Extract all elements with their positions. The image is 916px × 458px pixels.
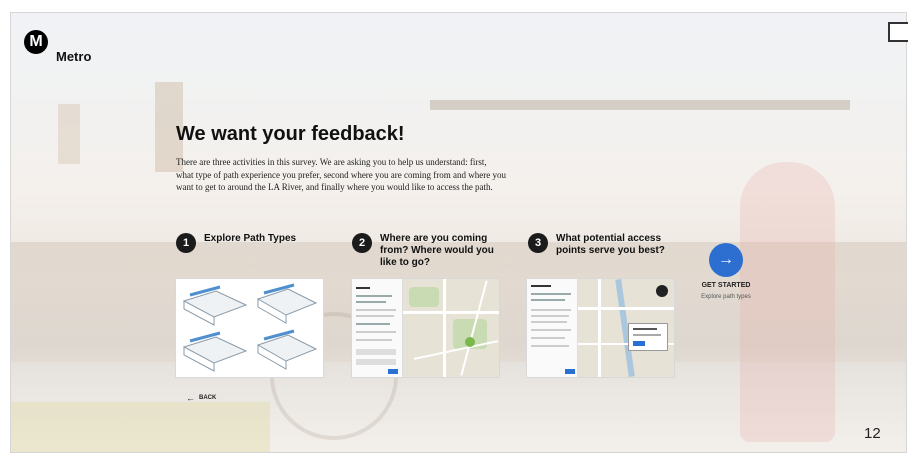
- path-type-diagrams-icon: [182, 283, 318, 372]
- survey-slide: [10, 12, 906, 452]
- step-number-badge: 1: [176, 233, 196, 253]
- thumbnail-side-panel: [527, 279, 578, 377]
- background-person: [740, 162, 835, 442]
- step-3: 3 What potential access points serve you…: [528, 233, 678, 257]
- step-2: 2 Where are you coming from? Where would…: [352, 233, 502, 269]
- map-popup: [628, 323, 668, 351]
- background-bridge: [430, 100, 850, 110]
- map-pin-icon: [465, 337, 475, 347]
- get-started-label[interactable]: GET STARTED: [690, 282, 762, 289]
- window-control-icon[interactable]: [888, 22, 908, 42]
- trip-map-thumbnail: [351, 278, 500, 378]
- step-1: 1 Explore Path Types: [176, 233, 326, 253]
- intro-text: There are three activities in this surve…: [176, 157, 507, 192]
- arrow-left-icon: ←: [186, 393, 195, 403]
- path-types-thumbnail: [175, 278, 324, 378]
- brand-name: Metro: [56, 49, 92, 64]
- get-started-sublabel: Explore path types: [701, 294, 751, 300]
- get-started-button[interactable]: →: [709, 243, 743, 277]
- page-title: We want your feedback!: [176, 123, 405, 145]
- back-label: BACK: [199, 395, 217, 401]
- step-label: What potential access points serve you b…: [556, 233, 665, 256]
- access-points-thumbnail: [526, 278, 675, 378]
- metro-logo-icon: M: [24, 30, 48, 54]
- step-number-badge: 3: [528, 233, 548, 253]
- back-button[interactable]: ← BACK: [186, 393, 216, 403]
- background-plants: [10, 402, 270, 452]
- map-step-badge-icon: [656, 285, 668, 297]
- step-label: Explore Path Types: [204, 233, 297, 244]
- thumbnail-map: [578, 279, 674, 377]
- step-number-badge: 2: [352, 233, 372, 253]
- thumbnail-side-panel: [352, 279, 403, 377]
- metro-logo: M Metro: [24, 30, 91, 64]
- page-number: 12: [864, 425, 881, 442]
- step-label: Where are you coming from? Where would y…: [380, 233, 494, 268]
- thumbnail-map: [403, 279, 499, 377]
- background-tower: [58, 104, 80, 164]
